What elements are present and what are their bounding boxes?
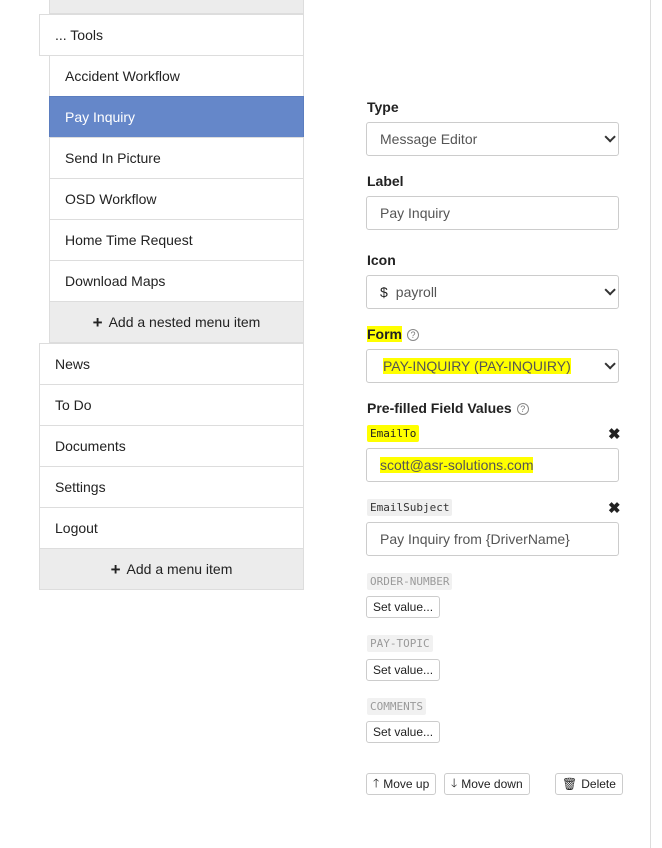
menu-item-label: Download Maps (65, 273, 166, 289)
trash-icon: 🗑 (562, 777, 578, 791)
help-icon[interactable]: ? (516, 403, 529, 415)
prefilled-label: Pre-filled Field Values? (367, 400, 529, 416)
add-nested-menu-item-button[interactable]: + Add a nested menu item (49, 301, 304, 343)
chevron-down-icon (604, 358, 616, 370)
move-down-button[interactable]: 🡓 Move down (444, 773, 530, 795)
help-icon[interactable]: ? (407, 329, 419, 341)
move-down-label: Move down (461, 777, 523, 791)
dollar-icon: $ (380, 284, 388, 300)
menu-item-to-do[interactable]: To Do (39, 384, 304, 426)
add-nested-label: Add a nested menu item (108, 314, 261, 330)
label-input[interactable]: Pay Inquiry (366, 196, 619, 230)
icon-value: payroll (395, 284, 438, 300)
remove-field-icon[interactable]: ✖ (608, 501, 621, 516)
menu-item-label: News (55, 356, 91, 372)
nested-item-osd-workflow[interactable]: OSD Workflow (49, 178, 304, 220)
set-value-button[interactable]: Set value... (366, 721, 441, 743)
form-value: PAY-INQUIRY (PAY-INQUIRY) (383, 358, 571, 374)
nested-item-accident-workflow[interactable]: Accident Workflow (49, 55, 304, 97)
prefilled-label-text: Pre-filled Field Values (367, 400, 512, 416)
type-label: Type (367, 99, 399, 115)
menu-item-label: Logout (55, 520, 98, 536)
field-name-tag: EmailTo (367, 425, 420, 442)
menu-item-label: To Do (55, 397, 92, 413)
menu-item-label: ... Tools (55, 27, 103, 43)
nested-item-home-time-request[interactable]: Home Time Request (49, 219, 304, 261)
menu-item-logout[interactable]: Logout (39, 507, 304, 549)
menu-item-settings[interactable]: Settings (39, 466, 304, 508)
menu-item-label: OSD Workflow (65, 191, 157, 207)
menu-item-label: Accident Workflow (65, 68, 180, 84)
type-value: Message Editor (380, 131, 478, 147)
move-up-button[interactable]: 🡑 Move up (366, 773, 437, 795)
menu-item-label: Pay Inquiry (65, 109, 136, 125)
plus-icon: + (110, 559, 121, 579)
delete-label: Delete (581, 777, 616, 791)
nested-item-pay-inquiry[interactable]: Pay Inquiry (49, 96, 304, 138)
menu-item-label: Home Time Request (65, 232, 193, 248)
add-menu-item-label: Add a menu item (126, 561, 233, 577)
arrow-up-icon: 🡑 (373, 775, 380, 790)
nested-item-download-maps[interactable]: Download Maps (49, 260, 304, 302)
nested-item-send-in-picture[interactable]: Send In Picture (49, 137, 304, 179)
icon-select[interactable]: $ payroll (366, 275, 619, 309)
label-value: Pay Inquiry (380, 205, 451, 221)
form-select[interactable]: PAY-INQUIRY (PAY-INQUIRY) (366, 349, 619, 383)
field-name-tag: EmailSubject (367, 499, 453, 516)
menu-item-news[interactable]: News (39, 343, 304, 385)
emailto-value: scott@asr-solutions.com (380, 457, 534, 473)
emailsubject-input[interactable]: Pay Inquiry from {DriverName} (366, 522, 619, 556)
emailto-input[interactable]: scott@asr-solutions.com (366, 448, 619, 482)
field-name-tag: COMMENTS (367, 698, 426, 715)
emailsubject-value: Pay Inquiry from {DriverName} (380, 531, 570, 547)
menu-item-above[interactable] (49, 0, 304, 14)
field-name-tag: ORDER-NUMBER (367, 573, 453, 590)
plus-icon: + (92, 312, 103, 332)
add-menu-item-button[interactable]: + Add a menu item (39, 548, 304, 590)
field-name-tag: PAY-TOPIC (367, 635, 433, 652)
chevron-down-icon (604, 131, 616, 143)
form-label: Form? (367, 326, 419, 342)
menu-item-label: Send In Picture (65, 150, 161, 166)
set-value-button[interactable]: Set value... (366, 596, 441, 618)
menu-item-label: Settings (55, 479, 106, 495)
arrow-down-icon: 🡓 (451, 775, 458, 790)
remove-field-icon[interactable]: ✖ (608, 427, 621, 442)
form-label-text: Form (367, 326, 402, 342)
type-select[interactable]: Message Editor (366, 122, 619, 156)
delete-button[interactable]: 🗑 Delete (555, 773, 623, 795)
set-value-button[interactable]: Set value... (366, 659, 441, 681)
icon-label: Icon (367, 252, 396, 268)
menu-item-label: Documents (55, 438, 126, 454)
move-up-label: Move up (383, 777, 430, 791)
menu-item-documents[interactable]: Documents (39, 425, 304, 467)
chevron-down-icon (604, 284, 616, 296)
label-label: Label (367, 173, 404, 189)
panel-divider (650, 0, 651, 848)
menu-item-tools[interactable]: ... Tools (39, 14, 304, 56)
